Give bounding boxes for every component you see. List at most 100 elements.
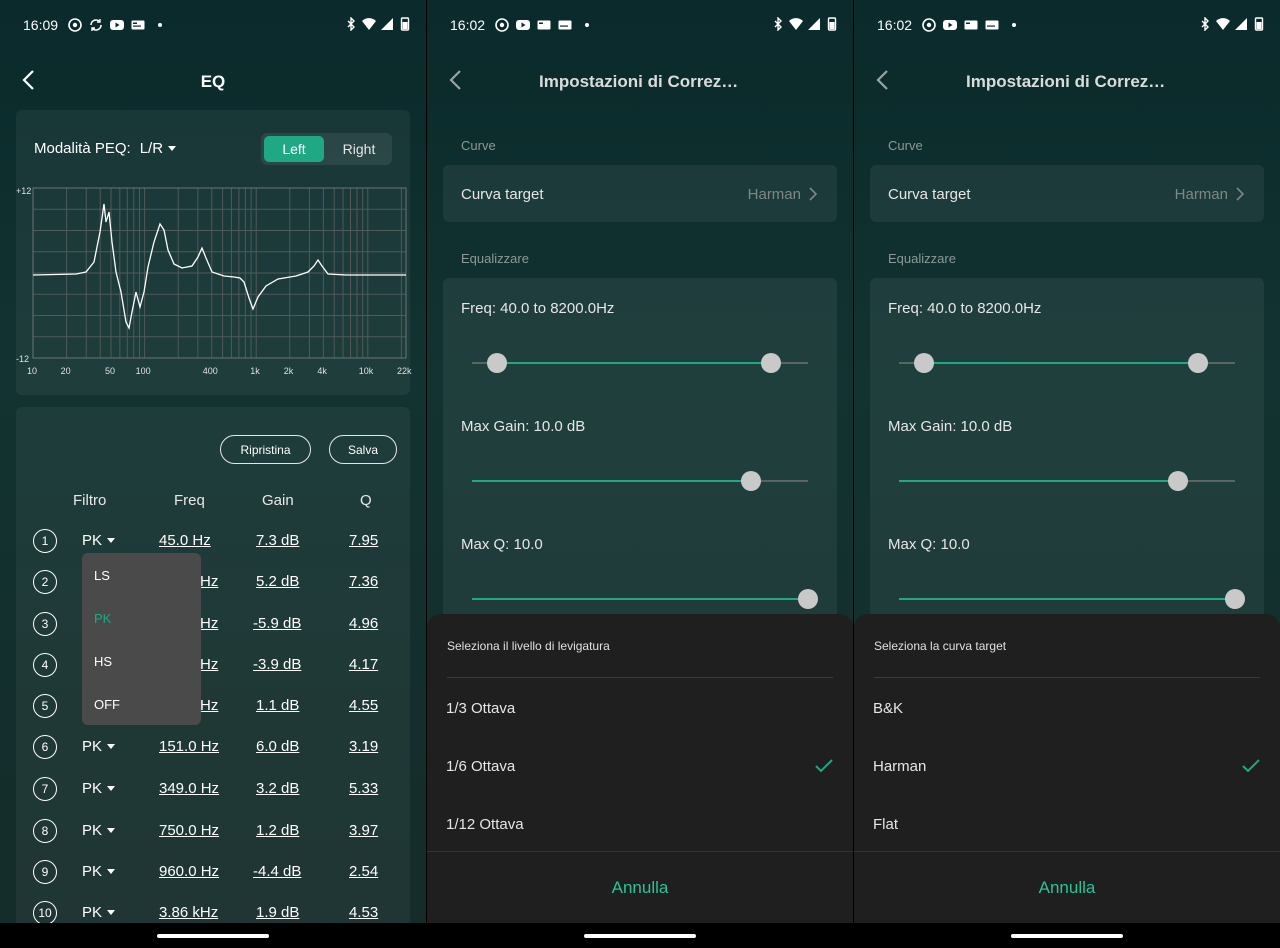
dropdown-option-ls[interactable]: LS bbox=[94, 568, 110, 583]
peq-mode-selector[interactable]: Modalità PEQ: L/R bbox=[34, 140, 177, 157]
news-icon-2 bbox=[558, 20, 572, 30]
eq-graph-card: Modalità PEQ: L/R Left Right +12 -12 10 2… bbox=[16, 110, 412, 395]
news-icon bbox=[537, 20, 551, 30]
filter-q[interactable]: 3.19 bbox=[349, 738, 378, 755]
filter-type-select[interactable]: PK bbox=[82, 904, 116, 921]
filter-row: 5 Hz 1.1 dB 4.55 bbox=[0, 694, 426, 724]
curve-section-label: Curve bbox=[888, 138, 923, 153]
option-harman[interactable]: Harman bbox=[873, 758, 926, 775]
save-button[interactable]: Salva bbox=[329, 435, 397, 464]
filter-freq[interactable]: 45.0 Hz bbox=[159, 532, 211, 549]
max-q-slider[interactable] bbox=[899, 589, 1245, 609]
max-q-slider[interactable] bbox=[472, 589, 818, 609]
freq-max-handle[interactable] bbox=[761, 353, 782, 373]
filter-freq[interactable]: 3.86 kHz bbox=[159, 904, 218, 921]
filter-type-label: PK bbox=[82, 738, 103, 755]
reset-button[interactable]: Ripristina bbox=[220, 435, 311, 464]
filter-number: 2 bbox=[33, 570, 57, 594]
filter-gain[interactable]: 6.0 dB bbox=[256, 738, 299, 755]
x-tick-label: 10k bbox=[358, 366, 374, 376]
filter-q[interactable]: 2.54 bbox=[349, 863, 378, 880]
filter-q[interactable]: 5.33 bbox=[349, 780, 378, 797]
signal-icon bbox=[808, 18, 820, 30]
filter-q[interactable]: 4.96 bbox=[349, 615, 378, 632]
filter-freq[interactable]: 349.0 Hz bbox=[159, 780, 219, 797]
home-indicator[interactable] bbox=[157, 934, 269, 938]
filter-freq[interactable]: 151.0 Hz bbox=[159, 738, 219, 755]
seg-left-button[interactable]: Left bbox=[264, 136, 324, 162]
home-indicator[interactable] bbox=[584, 934, 696, 938]
max-q-handle[interactable] bbox=[798, 589, 818, 609]
target-curve-label: Curva target bbox=[888, 186, 971, 203]
filter-freq[interactable]: 960.0 Hz bbox=[159, 863, 219, 880]
dropdown-option-off[interactable]: OFF bbox=[94, 697, 120, 712]
filter-freq[interactable]: Hz bbox=[200, 615, 218, 632]
option-bk[interactable]: B&K bbox=[873, 700, 903, 717]
caret-down-icon bbox=[107, 744, 116, 749]
filter-gain[interactable]: 7.3 dB bbox=[256, 532, 299, 549]
max-q-handle[interactable] bbox=[1225, 589, 1245, 609]
filter-gain[interactable]: 1.2 dB bbox=[256, 822, 299, 839]
freq-max-handle[interactable] bbox=[1188, 353, 1209, 373]
filter-gain[interactable]: 1.9 dB bbox=[256, 904, 299, 921]
filter-freq[interactable]: 750.0 Hz bbox=[159, 822, 219, 839]
option-1-6-octave[interactable]: 1/6 Ottava bbox=[446, 758, 515, 775]
filter-freq[interactable]: Hz bbox=[200, 697, 218, 714]
filter-q[interactable]: 3.97 bbox=[349, 822, 378, 839]
option-1-3-octave[interactable]: 1/3 Ottava bbox=[446, 700, 515, 717]
home-indicator[interactable] bbox=[1011, 934, 1123, 938]
back-arrow-icon[interactable] bbox=[445, 68, 469, 92]
filter-type-select[interactable]: PK bbox=[82, 780, 116, 797]
header: Impostazioni di Correz… bbox=[854, 58, 1280, 106]
filter-type-select[interactable]: PK bbox=[82, 822, 116, 839]
filter-type-label: PK bbox=[82, 904, 103, 921]
filter-q[interactable]: 4.55 bbox=[349, 697, 378, 714]
bluetooth-icon bbox=[774, 17, 782, 31]
status-time: 16:02 bbox=[877, 17, 913, 33]
cancel-button[interactable]: Annulla bbox=[427, 878, 853, 898]
filter-freq[interactable]: Hz bbox=[200, 573, 218, 590]
freq-range-slider[interactable] bbox=[472, 353, 808, 373]
back-arrow-icon[interactable] bbox=[872, 68, 896, 92]
max-gain-slider[interactable] bbox=[899, 471, 1235, 491]
checkmark-icon bbox=[1242, 759, 1260, 773]
filter-type-select[interactable]: PK bbox=[82, 863, 116, 880]
target-curve-row[interactable]: Curva target Harman bbox=[870, 165, 1264, 222]
filter-q[interactable]: 4.17 bbox=[349, 656, 378, 673]
max-gain-handle[interactable] bbox=[740, 471, 761, 491]
option-flat[interactable]: Flat bbox=[873, 816, 898, 833]
filter-gain[interactable]: 5.2 dB bbox=[256, 573, 299, 590]
freq-range-fill bbox=[497, 362, 772, 364]
filter-type-select[interactable]: PK bbox=[82, 532, 116, 549]
filter-row: 1 PK 45.0 Hz 7.3 dB 7.95 bbox=[0, 529, 426, 559]
x-tick-label: 10 bbox=[27, 366, 38, 376]
wifi-icon bbox=[1216, 18, 1230, 30]
dropdown-option-pk[interactable]: PK bbox=[94, 611, 111, 626]
freq-min-handle[interactable] bbox=[914, 353, 935, 373]
filter-gain[interactable]: 3.2 dB bbox=[256, 780, 299, 797]
freq-range-slider[interactable] bbox=[899, 353, 1235, 373]
filter-row: 6 PK 151.0 Hz 6.0 dB 3.19 bbox=[0, 735, 426, 765]
filter-freq[interactable]: Hz bbox=[200, 656, 218, 673]
dropdown-option-hs[interactable]: HS bbox=[94, 654, 112, 669]
option-1-12-octave[interactable]: 1/12 Ottava bbox=[446, 816, 524, 833]
target-curve-row[interactable]: Curva target Harman bbox=[443, 165, 837, 222]
filter-gain[interactable]: -3.9 dB bbox=[253, 656, 301, 673]
cancel-button[interactable]: Annulla bbox=[854, 878, 1280, 898]
battery-icon bbox=[1254, 17, 1264, 31]
filter-number: 9 bbox=[33, 860, 57, 884]
filter-gain[interactable]: 1.1 dB bbox=[256, 697, 299, 714]
max-gain-slider[interactable] bbox=[472, 471, 808, 491]
header: EQ bbox=[0, 58, 426, 106]
filter-gain[interactable]: -5.9 dB bbox=[253, 615, 301, 632]
freq-min-handle[interactable] bbox=[487, 353, 508, 373]
column-header-filter: Filtro bbox=[73, 492, 107, 509]
filter-type-select[interactable]: PK bbox=[82, 738, 116, 755]
max-gain-handle[interactable] bbox=[1167, 471, 1188, 491]
filter-gain[interactable]: -4.4 dB bbox=[253, 863, 301, 880]
filter-q[interactable]: 7.95 bbox=[349, 532, 378, 549]
filter-q[interactable]: 4.53 bbox=[349, 904, 378, 921]
filter-number: 3 bbox=[33, 612, 57, 636]
seg-right-button[interactable]: Right bbox=[329, 136, 389, 162]
filter-q[interactable]: 7.36 bbox=[349, 573, 378, 590]
